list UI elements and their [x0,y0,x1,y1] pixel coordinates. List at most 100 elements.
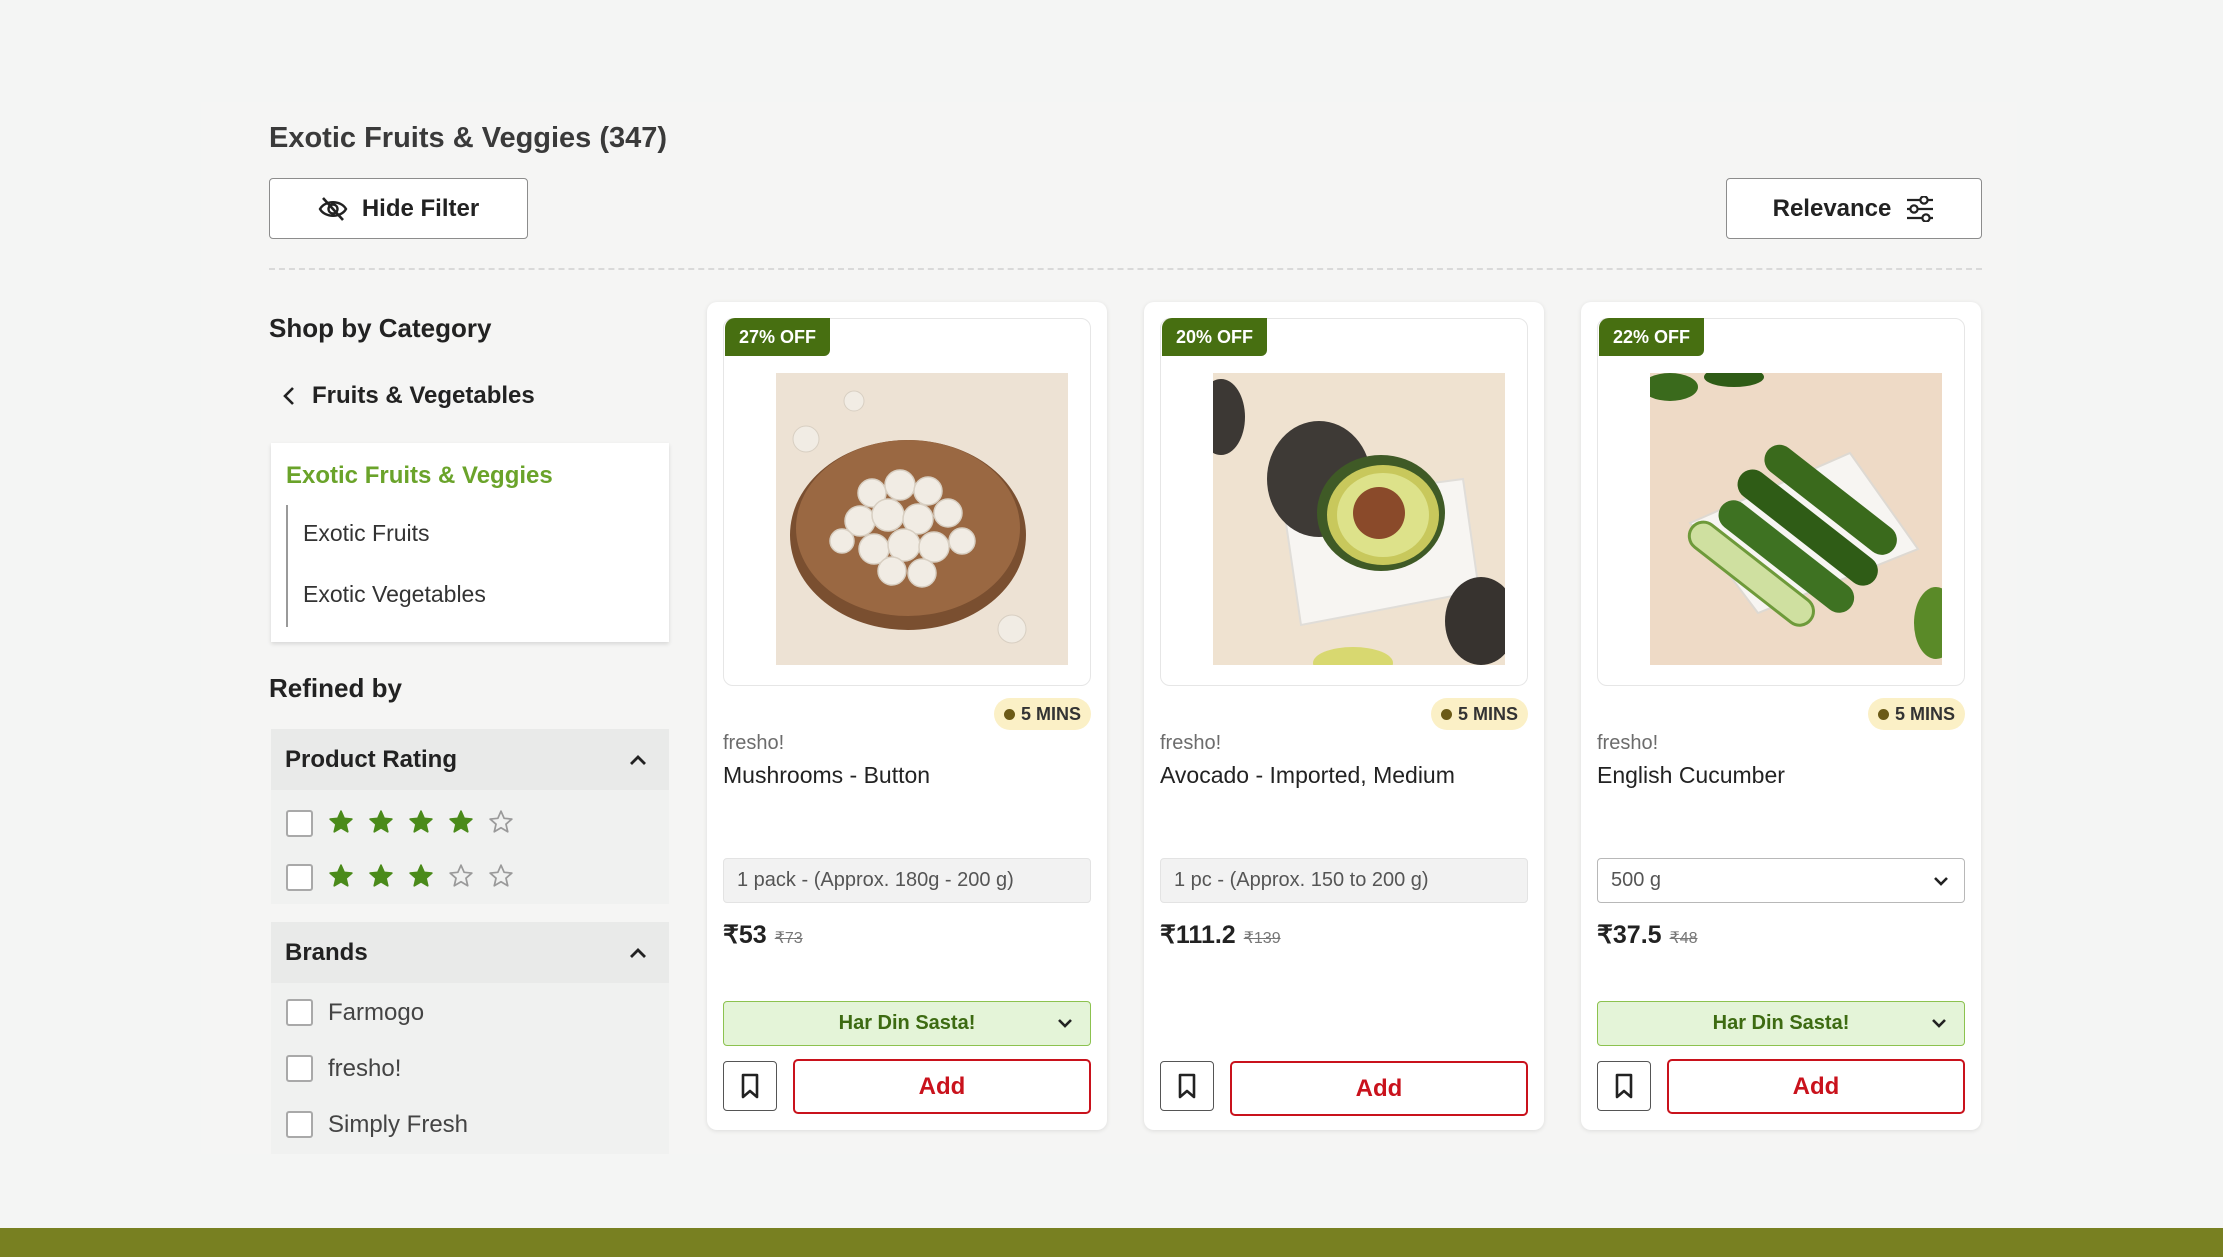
add-to-basket-button[interactable]: Add [1230,1061,1528,1116]
sort-relevance-button[interactable]: Relevance [1726,178,1982,239]
rating-3-checkbox[interactable] [286,864,313,891]
selling-price: ₹37.5 [1597,921,1662,949]
avocado-image [1213,373,1505,665]
product-brand: fresho! [1597,732,1659,754]
chevron-up-icon [630,947,646,958]
chevron-down-icon [1058,1019,1072,1028]
product-rating-header[interactable]: Product Rating [271,729,669,790]
brand-farmogo-label[interactable]: Farmogo [328,999,424,1027]
mushrooms-image [776,373,1068,665]
delivery-time-label: 5 MINS [1020,703,1081,724]
bookmark-icon [1615,1073,1633,1099]
parent-category-link[interactable]: Fruits & Vegetables [282,382,535,410]
star-filled-icon [325,806,357,838]
mrp-price: ₹139 [1243,930,1281,947]
footer-bar [0,1228,2223,1257]
selling-price: ₹111.2 [1160,921,1236,949]
category-active[interactable]: Exotic Fruits & Veggies [286,462,553,490]
pack-size-value: 500 g [1611,869,1662,891]
product-rating-options [271,790,669,904]
brands-title: Brands [285,938,368,966]
product-image-frame[interactable] [1597,318,1965,686]
delivery-time-badge: 5 MINS [1430,698,1528,730]
mrp-price: ₹48 [1669,930,1698,947]
refined-by-heading: Refined by [269,673,402,703]
discount-badge: 27% OFF [725,318,831,356]
offer-dropdown[interactable]: Har Din Sasta! [723,1001,1091,1046]
category-list: Exotic Fruits & Veggies Exotic Fruits Ex… [271,443,669,642]
product-card-cucumber[interactable]: 22% OFF 5 MINS fresho! English Cucumber … [1581,302,1981,1130]
star-empty-icon [485,806,517,838]
rating-4-stars [325,806,517,838]
brand-simply-fresh-label[interactable]: Simply Fresh [328,1111,468,1139]
save-for-later-button[interactable] [1597,1061,1651,1111]
discount-badge: 22% OFF [1599,318,1705,356]
rating-3-stars [325,860,517,892]
brands-options: Farmogo fresho! Simply Fresh [271,983,669,1154]
pack-size: 1 pack - (Approx. 180g - 200 g) [723,858,1091,903]
star-empty-icon [445,860,477,892]
pack-size: 1 pc - (Approx. 150 to 200 g) [1160,858,1528,903]
brand-farmogo-checkbox[interactable] [286,999,313,1026]
eye-slash-icon [318,196,348,221]
brand-fresho-label[interactable]: fresho! [328,1055,401,1083]
product-brand: fresho! [723,732,785,754]
selling-price: ₹53 [723,921,767,949]
delivery-time-label: 5 MINS [1894,703,1955,724]
chevron-down-icon [1932,1019,1946,1028]
hide-filter-button[interactable]: Hide Filter [269,178,528,239]
star-empty-icon [485,860,517,892]
add-to-basket-button[interactable]: Add [1667,1059,1965,1114]
delivery-time-badge: 5 MINS [1867,698,1965,730]
bookmark-icon [1178,1073,1196,1099]
product-name[interactable]: Mushrooms - Button [723,762,930,789]
chevron-left-icon [283,387,294,405]
product-image-frame[interactable] [1160,318,1528,686]
chevron-up-icon [630,754,646,765]
pack-size-select[interactable]: 500 g [1597,858,1965,903]
category-tree-line [286,505,288,627]
category-exotic-fruits[interactable]: Exotic Fruits [303,520,430,547]
offer-dropdown[interactable]: Har Din Sasta! [1597,1001,1965,1046]
add-to-basket-button[interactable]: Add [793,1059,1091,1114]
brand-fresho-checkbox[interactable] [286,1055,313,1082]
header-divider [269,268,1982,270]
star-filled-icon [365,860,397,892]
price-row: ₹37.5 ₹48 [1597,920,1698,950]
shop-by-category-heading: Shop by Category [269,313,492,343]
offer-label: Har Din Sasta! [838,1012,976,1034]
price-row: ₹53 ₹73 [723,920,803,950]
star-filled-icon [405,860,437,892]
sliders-icon [1907,195,1934,222]
page-title: Exotic Fruits & Veggies (347) [269,122,668,154]
hide-filter-label: Hide Filter [361,194,480,222]
star-filled-icon [365,806,397,838]
discount-badge: 20% OFF [1162,318,1268,356]
price-row: ₹111.2 ₹139 [1160,920,1281,950]
star-filled-icon [325,860,357,892]
brands-header[interactable]: Brands [271,922,669,983]
delivery-time-badge: 5 MINS [993,698,1091,730]
parent-category-label: Fruits & Vegetables [312,382,535,409]
save-for-later-button[interactable] [1160,1061,1214,1111]
offer-label: Har Din Sasta! [1712,1012,1850,1034]
brand-simply-fresh-checkbox[interactable] [286,1111,313,1138]
product-image-frame[interactable] [723,318,1091,686]
product-name[interactable]: English Cucumber [1597,762,1785,789]
rating-4-checkbox[interactable] [286,810,313,837]
bookmark-icon [741,1073,759,1099]
product-card-avocado[interactable]: 20% OFF 5 MINS fresho! Avocado - Importe… [1144,302,1544,1130]
save-for-later-button[interactable] [723,1061,777,1111]
chevron-down-icon [1934,876,1948,886]
product-card-mushrooms[interactable]: 27% OFF 5 MINS fresho! Mushrooms - Butto… [707,302,1107,1130]
star-filled-icon [445,806,477,838]
product-brand: fresho! [1160,732,1222,754]
product-rating-title: Product Rating [285,745,457,773]
star-filled-icon [405,806,437,838]
mrp-price: ₹73 [774,930,803,947]
product-name[interactable]: Avocado - Imported, Medium [1160,762,1455,789]
sort-label: Relevance [1772,194,1892,222]
category-exotic-vegetables[interactable]: Exotic Vegetables [303,581,486,608]
clock-icon [1440,708,1452,720]
cucumber-image [1650,373,1942,665]
